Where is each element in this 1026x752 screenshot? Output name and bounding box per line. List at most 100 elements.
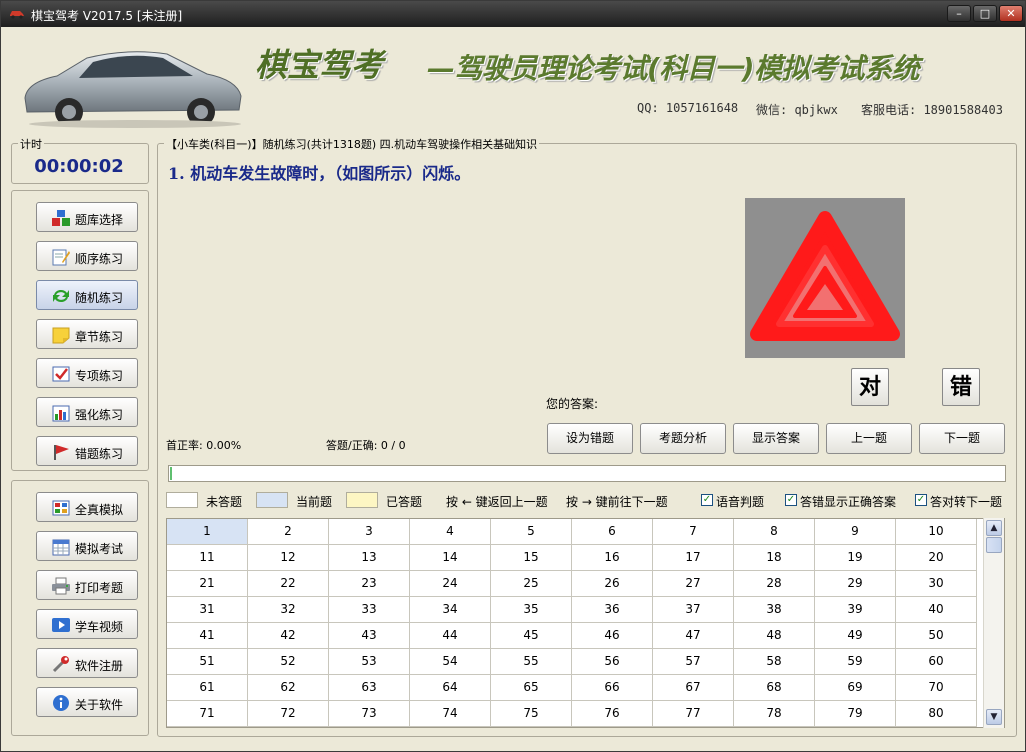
question-number-cell[interactable]: 42 [248,623,329,649]
question-number-cell[interactable]: 75 [491,701,572,727]
question-number-cell[interactable]: 14 [410,545,491,571]
question-number-cell[interactable]: 26 [572,571,653,597]
question-number-cell[interactable]: 67 [653,675,734,701]
question-number-cell[interactable]: 15 [491,545,572,571]
question-number-cell[interactable]: 50 [896,623,977,649]
question-number-cell[interactable]: 16 [572,545,653,571]
voice-judge-checkbox[interactable]: ✓ [701,494,713,506]
question-number-cell[interactable]: 7 [653,519,734,545]
question-number-cell[interactable]: 28 [734,571,815,597]
grid-scrollbar[interactable]: ▲ ▼ [983,518,1004,728]
question-number-cell[interactable]: 9 [815,519,896,545]
question-number-cell[interactable]: 57 [653,649,734,675]
question-number-cell[interactable]: 4 [410,519,491,545]
show-correct-checkbox[interactable]: ✓ [785,494,797,506]
question-number-cell[interactable]: 36 [572,597,653,623]
scroll-up-button[interactable]: ▲ [986,520,1002,536]
question-number-cell[interactable]: 10 [896,519,977,545]
question-number-cell[interactable]: 30 [896,571,977,597]
nav-register-button[interactable]: 软件注册 [36,648,138,678]
question-number-cell[interactable]: 27 [653,571,734,597]
nav-chapter-button[interactable]: 章节练习 [36,319,138,349]
question-number-cell[interactable]: 17 [653,545,734,571]
question-number-cell[interactable]: 56 [572,649,653,675]
maximize-button[interactable]: □ [973,5,997,22]
question-number-cell[interactable]: 73 [329,701,410,727]
question-number-cell[interactable]: 65 [491,675,572,701]
question-number-cell[interactable]: 21 [167,571,248,597]
question-number-cell[interactable]: 23 [329,571,410,597]
next-question-button[interactable]: 下一题 [919,423,1005,454]
prev-question-button[interactable]: 上一题 [826,423,912,454]
question-number-cell[interactable]: 68 [734,675,815,701]
question-number-cell[interactable]: 77 [653,701,734,727]
nav-wrong-questions-button[interactable]: 错题练习 [36,436,138,466]
question-number-cell[interactable]: 63 [329,675,410,701]
question-number-cell[interactable]: 20 [896,545,977,571]
question-number-cell[interactable]: 41 [167,623,248,649]
nav-sequential-button[interactable]: 顺序练习 [36,241,138,271]
question-number-cell[interactable]: 49 [815,623,896,649]
question-number-cell[interactable]: 78 [734,701,815,727]
question-number-cell[interactable]: 1 [167,519,248,545]
nav-full-simulation-button[interactable]: 全真模拟 [36,492,138,522]
answer-false-button[interactable]: 错 [942,368,980,406]
question-number-cell[interactable]: 70 [896,675,977,701]
question-number-cell[interactable]: 54 [410,649,491,675]
question-number-cell[interactable]: 35 [491,597,572,623]
scroll-thumb[interactable] [986,537,1002,553]
question-number-cell[interactable]: 31 [167,597,248,623]
question-number-cell[interactable]: 58 [734,649,815,675]
question-number-cell[interactable]: 72 [248,701,329,727]
question-number-cell[interactable]: 59 [815,649,896,675]
question-number-cell[interactable]: 18 [734,545,815,571]
question-number-cell[interactable]: 12 [248,545,329,571]
title-bar[interactable]: 棋宝驾考 V2017.5 [未注册] – □ ✕ [1,1,1025,27]
question-number-cell[interactable]: 13 [329,545,410,571]
close-button[interactable]: ✕ [999,5,1023,22]
question-number-cell[interactable]: 19 [815,545,896,571]
question-number-cell[interactable]: 61 [167,675,248,701]
question-number-cell[interactable]: 80 [896,701,977,727]
question-number-cell[interactable]: 62 [248,675,329,701]
question-number-cell[interactable]: 48 [734,623,815,649]
question-number-cell[interactable]: 47 [653,623,734,649]
nav-about-button[interactable]: 关于软件 [36,687,138,717]
question-number-cell[interactable]: 2 [248,519,329,545]
question-number-cell[interactable]: 40 [896,597,977,623]
question-number-cell[interactable]: 11 [167,545,248,571]
question-number-cell[interactable]: 44 [410,623,491,649]
auto-next-checkbox[interactable]: ✓ [915,494,927,506]
question-number-cell[interactable]: 3 [329,519,410,545]
question-number-cell[interactable]: 71 [167,701,248,727]
question-number-cell[interactable]: 66 [572,675,653,701]
show-answer-button[interactable]: 显示答案 [733,423,819,454]
question-number-cell[interactable]: 45 [491,623,572,649]
question-number-cell[interactable]: 33 [329,597,410,623]
nav-intensive-button[interactable]: 强化练习 [36,397,138,427]
show-correct-label[interactable]: 答错显示正确答案 [800,493,896,510]
question-number-cell[interactable]: 46 [572,623,653,649]
question-number-cell[interactable]: 34 [410,597,491,623]
question-number-cell[interactable]: 52 [248,649,329,675]
question-number-cell[interactable]: 8 [734,519,815,545]
mark-wrong-button[interactable]: 设为错题 [547,423,633,454]
scroll-down-button[interactable]: ▼ [986,709,1002,725]
question-number-cell[interactable]: 55 [491,649,572,675]
question-number-cell[interactable]: 79 [815,701,896,727]
nav-print-button[interactable]: 打印考题 [36,570,138,600]
question-number-cell[interactable]: 37 [653,597,734,623]
question-number-cell[interactable]: 25 [491,571,572,597]
auto-next-label[interactable]: 答对转下一题 [930,493,1002,510]
question-number-cell[interactable]: 53 [329,649,410,675]
analysis-button[interactable]: 考题分析 [640,423,726,454]
answer-true-button[interactable]: 对 [851,368,889,406]
voice-judge-label[interactable]: 语音判题 [716,493,764,510]
question-number-cell[interactable]: 76 [572,701,653,727]
question-number-cell[interactable]: 69 [815,675,896,701]
question-number-cell[interactable]: 32 [248,597,329,623]
question-number-cell[interactable]: 24 [410,571,491,597]
question-number-cell[interactable]: 43 [329,623,410,649]
nav-random-button[interactable]: 随机练习 [36,280,138,310]
question-number-cell[interactable]: 60 [896,649,977,675]
